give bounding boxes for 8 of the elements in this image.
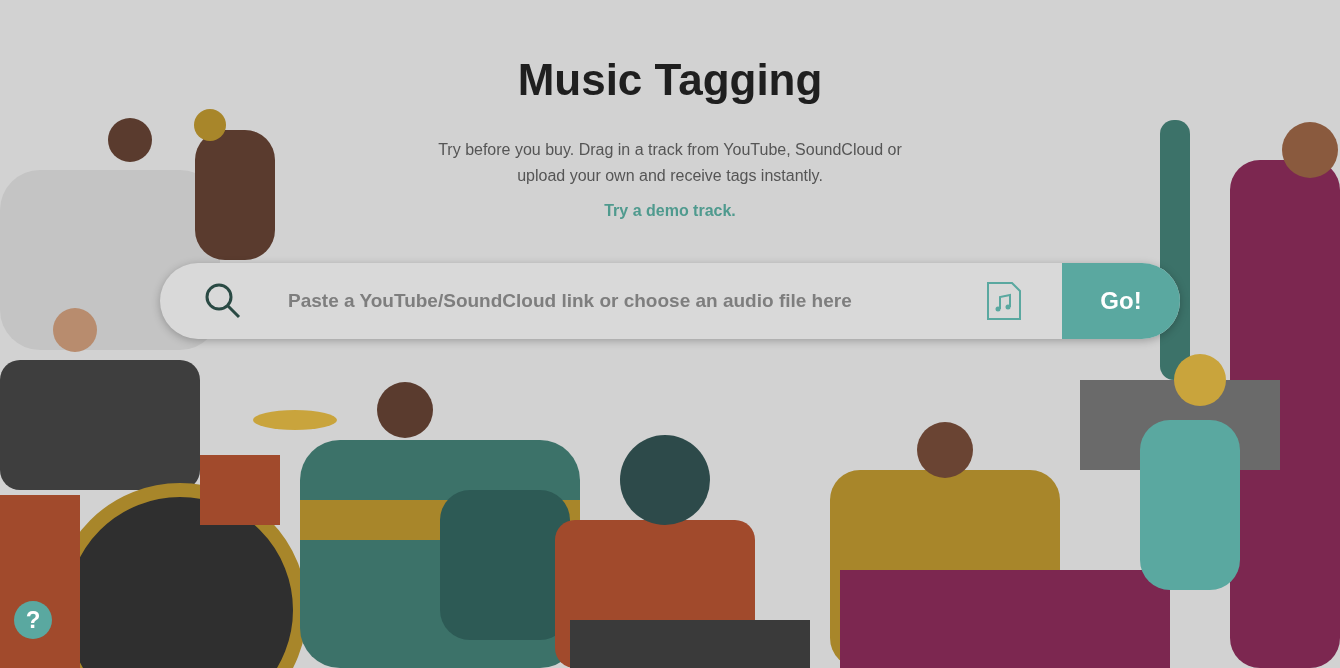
intro-text: Try before you buy. Drag in a track from YouTube, SoundCloud or upload your own and receive tags instantly. <box>437 140 903 186</box>
link-input-field[interactable]: Paste a YouTube/SoundCloud link or choose an audio file here <box>288 286 986 316</box>
search-icon <box>204 282 242 320</box>
music-file-icon[interactable] <box>986 281 1022 321</box>
demo-track-link[interactable]: Try a demo track. <box>604 199 736 223</box>
go-button[interactable]: Go! <box>1062 263 1180 339</box>
search-bar[interactable]: Paste a YouTube/SoundCloud link or choose an audio file here Go! <box>160 263 1180 339</box>
page-title: Music Tagging <box>517 54 823 106</box>
